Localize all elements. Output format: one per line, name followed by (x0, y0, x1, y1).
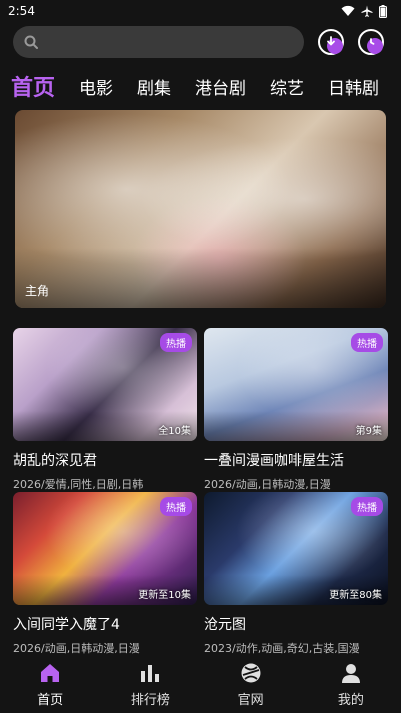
nav-website[interactable]: 官网 (201, 661, 301, 708)
download-icon (327, 36, 335, 46)
video-card[interactable]: 热播 全10集 胡乱的深见君 2026/爱情,同性,日剧,日韩 (13, 328, 197, 492)
video-thumbnail: 热播 全10集 (13, 328, 197, 441)
globe-icon (241, 663, 261, 683)
airplane-icon (361, 5, 373, 17)
nav-label: 我的 (337, 693, 364, 708)
status-bar: 2:54 (0, 0, 401, 22)
video-card[interactable]: 热播 更新至80集 沧元图 2023/动作,动画,奇幻,古装,国漫 (204, 492, 388, 656)
tab-hk-tw-drama[interactable]: 港台剧 (195, 74, 246, 99)
nav-label: 排行榜 (130, 693, 170, 708)
episode-label: 更新至80集 (329, 590, 382, 601)
status-icons (341, 4, 387, 18)
banner-label: 主角 (25, 284, 50, 298)
nav-label: 官网 (237, 693, 264, 708)
history-button[interactable] (358, 29, 384, 55)
battery-icon (379, 4, 387, 18)
tab-jp-kr-drama[interactable]: 日韩剧 (328, 74, 379, 99)
nav-home[interactable]: 首页 (0, 661, 100, 708)
download-button[interactable] (318, 29, 344, 55)
hot-badge: 热播 (160, 333, 192, 352)
video-title: 入间同学入魔了4 (13, 617, 120, 633)
status-time: 2:54 (8, 4, 35, 18)
search-bar[interactable] (13, 26, 304, 58)
nav-label: 首页 (37, 693, 64, 708)
hot-badge: 热播 (160, 497, 192, 516)
tab-variety[interactable]: 综艺 (270, 74, 304, 99)
hot-badge: 热播 (351, 497, 383, 516)
video-title: 一叠间漫画咖啡屋生活 (204, 453, 344, 469)
nav-profile[interactable]: 我的 (301, 661, 401, 708)
video-title: 胡乱的深见君 (13, 453, 97, 469)
bottom-nav: 首页 排行榜 官网 我的 (0, 656, 401, 713)
home-icon (41, 664, 60, 682)
tab-movies[interactable]: 电影 (79, 74, 113, 99)
video-card[interactable]: 热播 更新至10集 入间同学入魔了4 2026/动画,日韩动漫,日漫 (13, 492, 197, 656)
video-meta: 2026/爱情,同性,日剧,日韩 (13, 478, 144, 491)
bar-chart-icon (141, 665, 160, 682)
category-tabs: 首页 电影 剧集 港台剧 综艺 日韩剧 (0, 66, 401, 106)
nav-ranking[interactable]: 排行榜 (100, 661, 200, 708)
wifi-icon (341, 5, 355, 16)
tab-series[interactable]: 剧集 (137, 74, 171, 99)
video-card[interactable]: 热播 第9集 一叠间漫画咖啡屋生活 2026/动画,日韩动漫,日漫 (204, 328, 388, 492)
history-icon (370, 38, 375, 45)
user-icon (341, 664, 360, 683)
episode-label: 第9集 (355, 426, 382, 437)
episode-label: 更新至10集 (138, 590, 191, 601)
video-title: 沧元图 (204, 617, 246, 633)
featured-banner[interactable]: 主角 (15, 110, 386, 308)
video-thumbnail: 热播 第9集 (204, 328, 388, 441)
search-input[interactable] (44, 34, 304, 50)
video-thumbnail: 热播 更新至10集 (13, 492, 197, 605)
search-icon (24, 35, 38, 49)
tab-home[interactable]: 首页 (11, 70, 55, 102)
episode-label: 全10集 (158, 426, 191, 437)
video-meta: 2026/动画,日韩动漫,日漫 (204, 478, 331, 491)
video-thumbnail: 热播 更新至80集 (204, 492, 388, 605)
top-bar (13, 26, 388, 58)
video-meta: 2026/动画,日韩动漫,日漫 (13, 642, 140, 655)
hot-badge: 热播 (351, 333, 383, 352)
video-meta: 2023/动作,动画,奇幻,古装,国漫 (204, 642, 360, 655)
